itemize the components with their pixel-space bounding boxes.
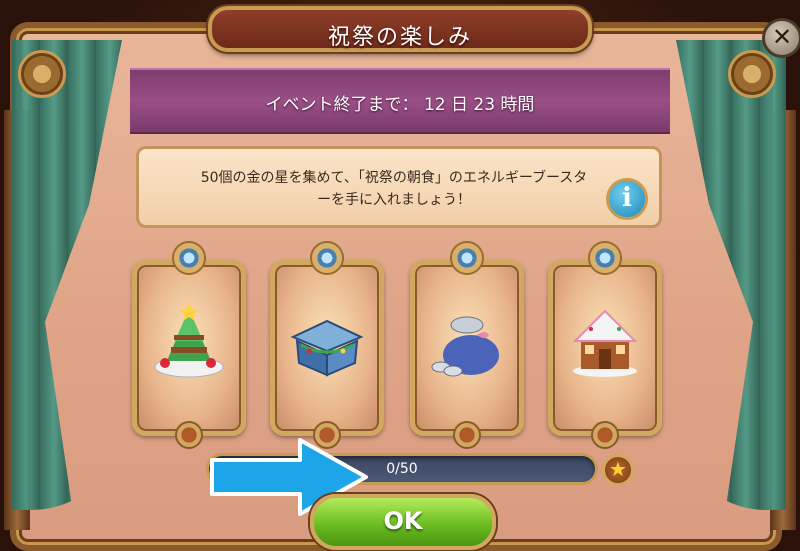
- christmas-tree-pancake-icon: [154, 303, 224, 378]
- event-description: 50個の金の星を集めて、「祝祭の朝食」のエネルギーブースターを手に入れましょう！: [200, 170, 588, 208]
- left-rosette-ornament: [18, 50, 66, 98]
- decorated-chest-icon: [290, 319, 364, 377]
- card-gem-ornament: [450, 241, 484, 275]
- info-button[interactable]: i: [606, 178, 648, 220]
- gold-star-icon: ★: [602, 454, 634, 486]
- card-slot-ornament: [453, 421, 481, 449]
- gingerbread-house-icon: [572, 309, 638, 377]
- ok-button[interactable]: OK: [310, 494, 496, 550]
- card-gem-ornament: [310, 241, 344, 275]
- card-slot-ornament: [591, 421, 619, 449]
- title-plate: 祝祭の楽しみ: [208, 6, 592, 52]
- close-button[interactable]: ✕: [762, 18, 800, 58]
- reward-card-coin-sack[interactable]: [410, 241, 524, 449]
- reward-card-pancake[interactable]: [132, 241, 246, 449]
- countdown-banner: イベント終了まで： 12 日 23 時間: [130, 68, 670, 134]
- star-glyph: ★: [609, 457, 627, 481]
- card-slot-ornament: [175, 421, 203, 449]
- info-icon: i: [622, 183, 632, 213]
- right-rosette-ornament: [728, 50, 776, 98]
- reward-card-chest[interactable]: [270, 241, 384, 449]
- dialog-title: 祝祭の楽しみ: [327, 25, 472, 50]
- reward-card-gingerbread-house[interactable]: [548, 241, 662, 449]
- description-box: 50個の金の星を集めて、「祝祭の朝食」のエネルギーブースターを手に入れましょう！: [136, 146, 662, 228]
- countdown-text: イベント終了まで： 12 日 23 時間: [265, 95, 535, 115]
- card-gem-ornament: [588, 241, 622, 275]
- close-icon: ✕: [771, 23, 793, 51]
- coin-sack-icon: [431, 316, 499, 377]
- card-gem-ornament: [172, 241, 206, 275]
